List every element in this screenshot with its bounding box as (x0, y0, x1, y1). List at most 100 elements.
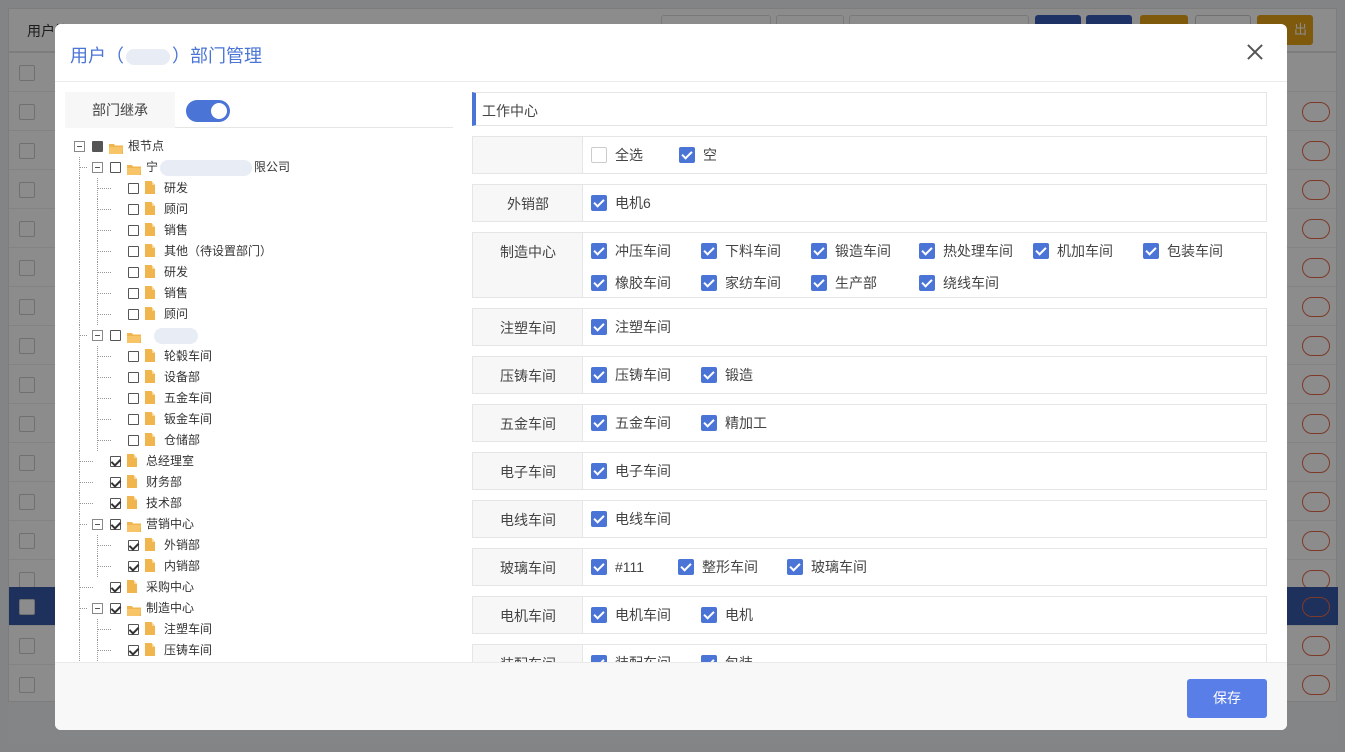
tree-node[interactable]: 仓储部 (65, 430, 453, 451)
checkbox-checked-icon[interactable] (591, 607, 607, 623)
tree-checkbox[interactable] (110, 498, 121, 509)
checkbox-checked-icon[interactable] (591, 195, 607, 211)
checkbox-checked-icon[interactable] (591, 243, 607, 259)
tree-connector (79, 167, 87, 168)
checkbox-checked-icon[interactable] (787, 559, 803, 575)
tree-checkbox[interactable] (128, 246, 139, 257)
tree-node[interactable]: 外销部 (65, 535, 453, 556)
checkbox-checked-icon[interactable] (1143, 243, 1159, 259)
tree-node[interactable]: 设备部 (65, 367, 453, 388)
group-label-cell: 电线车间 (473, 501, 583, 537)
checkbox-checked-icon[interactable] (811, 243, 827, 259)
tree-node[interactable]: 钣金车间 (65, 409, 453, 430)
tree-connector (79, 262, 80, 283)
tree-node[interactable]: 根节点 (65, 136, 453, 157)
tree-connector (97, 377, 111, 378)
checkbox-checked-icon[interactable] (701, 655, 717, 662)
tree-connector (79, 157, 80, 178)
tree-node[interactable]: 其他（待设置部门） (65, 241, 453, 262)
checkbox-checked-icon[interactable] (701, 415, 717, 431)
tree-checkbox[interactable] (128, 351, 139, 362)
tree-node[interactable]: 技术部 (65, 493, 453, 514)
tree-node[interactable]: 顾问 (65, 199, 453, 220)
collapse-toggle-icon[interactable] (92, 519, 103, 530)
checkbox-checked-icon[interactable] (701, 275, 717, 291)
tree-node[interactable]: 采购中心 (65, 577, 453, 598)
checkbox-checked-icon[interactable] (591, 319, 607, 335)
checkbox-checked-icon[interactable] (701, 367, 717, 383)
tree-checkbox[interactable] (128, 309, 139, 320)
checkbox-unchecked-icon[interactable] (591, 147, 607, 163)
tree-checkbox[interactable] (128, 204, 139, 215)
group-label-cell: 压铸车间 (473, 357, 583, 393)
tree-checkbox[interactable] (128, 372, 139, 383)
tree-node[interactable]: 总经理室 (65, 451, 453, 472)
tree-node[interactable]: 制造中心 (65, 598, 453, 619)
tree-checkbox[interactable] (128, 288, 139, 299)
checkbox-checked-icon[interactable] (679, 147, 695, 163)
tree-checkbox[interactable] (110, 603, 121, 614)
tree-node[interactable]: 财务部 (65, 472, 453, 493)
collapse-toggle-icon[interactable] (92, 162, 103, 173)
tree-checkbox[interactable] (110, 456, 121, 467)
tree-node[interactable]: 注塑车间 (65, 619, 453, 640)
checkbox-checked-icon[interactable] (1033, 243, 1049, 259)
tree-node[interactable]: 轮毂车间 (65, 346, 453, 367)
collapse-toggle-icon[interactable] (92, 330, 103, 341)
group-label: 压铸车间 (500, 368, 556, 384)
tree-connector (79, 472, 80, 493)
tree-checkbox[interactable] (128, 183, 139, 194)
save-button[interactable]: 保存 (1187, 679, 1267, 718)
collapse-toggle-icon[interactable] (74, 141, 85, 152)
tree-checkbox[interactable] (110, 519, 121, 530)
checkbox-checked-icon[interactable] (591, 655, 607, 662)
tree-checkbox[interactable] (128, 267, 139, 278)
checkbox-checked-icon[interactable] (591, 559, 607, 575)
tree-checkbox[interactable] (128, 624, 139, 635)
checkbox-checked-icon[interactable] (811, 275, 827, 291)
checkbox-label: 电机车间 (615, 607, 671, 623)
tree-checkbox[interactable] (110, 162, 121, 173)
tree-checkbox[interactable] (128, 435, 139, 446)
tree-checkbox[interactable] (110, 582, 121, 593)
checkbox-label: 家纺车间 (725, 275, 781, 291)
tree-connector (79, 608, 87, 609)
checkbox-checked-icon[interactable] (701, 607, 717, 623)
collapse-toggle-icon[interactable] (92, 603, 103, 614)
tree-node[interactable]: 顾问 (65, 304, 453, 325)
tree-node[interactable]: 内销部 (65, 556, 453, 577)
tree-checkbox[interactable] (128, 561, 139, 572)
tree-checkbox[interactable] (128, 414, 139, 425)
checkbox-checked-icon[interactable] (591, 415, 607, 431)
tree-node-label: 总经理室 (146, 454, 195, 468)
checkbox-checked-icon[interactable] (919, 275, 935, 291)
tree-connector (79, 535, 80, 556)
tree-checkbox[interactable] (128, 225, 139, 236)
checkbox-checked-icon[interactable] (591, 367, 607, 383)
tree-checkbox[interactable] (110, 477, 121, 488)
tree-node[interactable]: 五金车间 (65, 388, 453, 409)
inherit-toggle[interactable] (186, 100, 230, 122)
tree-node[interactable]: 压铸车间 (65, 640, 453, 661)
tree-checkbox[interactable] (110, 330, 121, 341)
close-icon[interactable] (1243, 40, 1267, 64)
checkbox-checked-icon[interactable] (591, 275, 607, 291)
checkbox-label: 电机 (725, 607, 753, 623)
tree-node[interactable]: 研发 (65, 262, 453, 283)
tree-checkbox[interactable] (128, 540, 139, 551)
checkbox-checked-icon[interactable] (919, 243, 935, 259)
tree-node[interactable] (65, 325, 453, 346)
tree-node[interactable]: 宁 限公司 (65, 157, 453, 178)
tree-node[interactable]: 销售 (65, 220, 453, 241)
checkbox-checked-icon[interactable] (591, 511, 607, 527)
tree-checkbox[interactable] (92, 141, 103, 152)
checkbox-checked-icon[interactable] (591, 463, 607, 479)
tree-node[interactable]: 销售 (65, 283, 453, 304)
checkbox-checked-icon[interactable] (678, 559, 694, 575)
blurred-label (160, 160, 252, 176)
tree-checkbox[interactable] (128, 645, 139, 656)
checkbox-checked-icon[interactable] (701, 243, 717, 259)
tree-checkbox[interactable] (128, 393, 139, 404)
tree-node[interactable]: 营销中心 (65, 514, 453, 535)
tree-node[interactable]: 研发 (65, 178, 453, 199)
